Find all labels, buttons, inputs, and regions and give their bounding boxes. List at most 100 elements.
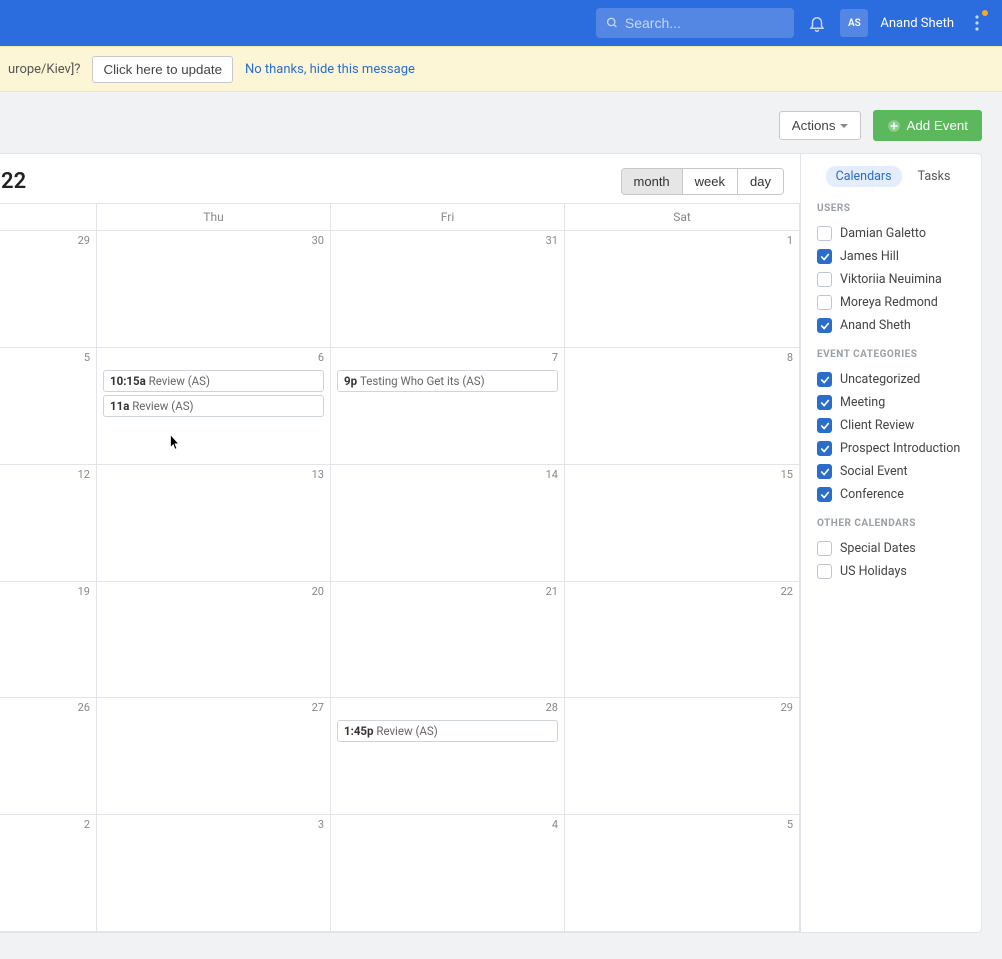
checkbox[interactable] <box>817 541 832 556</box>
calendar-cell[interactable]: 29 <box>0 231 97 347</box>
calendar-title: 22 <box>1 169 26 194</box>
cell-date: 12 <box>78 468 90 481</box>
calendar-cell[interactable]: 15 <box>565 465 800 581</box>
calendar-row: 2 3 45 <box>0 815 800 932</box>
actions-button[interactable]: Actions <box>779 111 861 140</box>
checkbox-row[interactable]: James Hill <box>817 245 969 268</box>
checkbox-label: US Holidays <box>840 564 907 579</box>
event-label: Testing Who Get its (AS) <box>360 374 485 388</box>
cell-date: 6 <box>318 351 324 364</box>
calendar-cell[interactable]: 30 <box>97 231 331 347</box>
checkbox[interactable] <box>817 464 832 479</box>
checkbox[interactable] <box>817 272 832 287</box>
cell-date: 30 <box>312 234 324 247</box>
calendar-cell[interactable]: 19 <box>0 582 97 698</box>
search-icon <box>606 16 619 30</box>
checkbox-row[interactable]: Client Review <box>817 414 969 437</box>
checkbox[interactable] <box>817 487 832 502</box>
checkbox-row[interactable]: Viktoriia Neuimina <box>817 268 969 291</box>
checkbox-label: James Hill <box>840 249 899 264</box>
tab-tasks[interactable]: Tasks <box>908 166 961 187</box>
calendar-cell[interactable]: 8 <box>565 348 800 464</box>
calendar-cell[interactable]: 4 <box>331 815 565 931</box>
calendar: 22 month week day ThuFriSat 29303115610:… <box>0 154 801 932</box>
event-chip[interactable]: 11a Review (AS) <box>103 395 324 417</box>
view-month-button[interactable]: month <box>622 169 683 194</box>
checkbox-row[interactable]: Anand Sheth <box>817 314 969 337</box>
checkbox[interactable] <box>817 226 832 241</box>
checkbox-row[interactable]: Special Dates <box>817 537 969 560</box>
calendar-cell[interactable]: 27 <box>97 698 331 814</box>
notifications-button[interactable] <box>802 8 832 38</box>
checkbox-row[interactable]: Meeting <box>817 391 969 414</box>
more-menu-button[interactable] <box>962 8 992 38</box>
calendar-cell[interactable]: 29 <box>565 698 800 814</box>
checkbox[interactable] <box>817 441 832 456</box>
checkbox-label: Uncategorized <box>840 372 920 387</box>
checkbox-row[interactable]: Moreya Redmond <box>817 291 969 314</box>
add-event-label: Add Event <box>907 118 969 133</box>
checkbox[interactable] <box>817 395 832 410</box>
calendar-cell[interactable]: 79p Testing Who Get its (AS) <box>331 348 565 464</box>
calendar-row: 5 6 10:15a Review (AS) 11a Review (AS) 79p T… <box>0 348 800 465</box>
avatar[interactable]: AS <box>840 9 868 37</box>
event-label: Review (AS) <box>149 374 210 388</box>
checkbox[interactable] <box>817 372 832 387</box>
search-input[interactable] <box>625 15 784 31</box>
checkbox-label: Prospect Introduction <box>840 441 960 456</box>
calendar-cell[interactable]: 3 <box>97 815 331 931</box>
calendar-cell[interactable]: 28 1:45p Review (AS) <box>331 698 565 814</box>
calendar-cell[interactable]: 2 <box>0 815 97 931</box>
add-event-button[interactable]: Add Event <box>873 110 983 141</box>
view-day-button[interactable]: day <box>738 169 783 194</box>
calendar-cell[interactable]: 1 <box>565 231 800 347</box>
top-header: AS Anand Sheth <box>0 0 1002 46</box>
search-box[interactable] <box>596 8 794 38</box>
checkbox[interactable] <box>817 295 832 310</box>
cell-date: 4 <box>552 818 558 831</box>
event-chip[interactable]: 9p Testing Who Get its (AS) <box>337 370 558 392</box>
calendar-cell[interactable]: 14 <box>331 465 565 581</box>
sidebar-section-title: USERS <box>817 203 969 214</box>
calendar-cell[interactable]: 5 <box>0 348 97 464</box>
calendar-cell[interactable]: 20 <box>97 582 331 698</box>
checkbox[interactable] <box>817 249 832 264</box>
checkbox[interactable] <box>817 418 832 433</box>
toolbar: Actions Add Event <box>0 92 1002 153</box>
event-time: 9p <box>344 374 360 388</box>
checkbox[interactable] <box>817 564 832 579</box>
checkbox-label: Anand Sheth <box>840 318 911 333</box>
calendar-row: 19202122 <box>0 582 800 699</box>
event-chip[interactable]: 10:15a Review (AS) <box>103 370 324 392</box>
cell-date: 27 <box>312 701 324 714</box>
checkbox-row[interactable]: Uncategorized <box>817 368 969 391</box>
calendar-cell[interactable]: 5 <box>565 815 800 931</box>
calendar-grid: 29303115610:15a Review (AS)11a Review (A… <box>0 231 800 932</box>
dismiss-banner-link[interactable]: No thanks, hide this message <box>245 62 415 77</box>
checkbox-label: Social Event <box>840 464 908 479</box>
calendar-cell[interactable]: 12 <box>0 465 97 581</box>
cell-date: 3 <box>318 818 324 831</box>
sidebar-section-title: OTHER CALENDARS <box>817 518 969 529</box>
checkbox-row[interactable]: Conference <box>817 483 969 506</box>
update-timezone-button[interactable]: Click here to update <box>92 56 233 83</box>
cell-date: 1 <box>787 234 793 247</box>
checkbox-row[interactable]: US Holidays <box>817 560 969 583</box>
checkbox-row[interactable]: Social Event <box>817 460 969 483</box>
calendar-cell[interactable]: 21 <box>331 582 565 698</box>
day-header: Thu <box>97 204 331 230</box>
event-time: 11a <box>110 399 132 413</box>
event-chip[interactable]: 1:45p Review (AS) <box>337 720 558 742</box>
calendar-cell[interactable]: 13 <box>97 465 331 581</box>
calendar-cell[interactable]: 22 <box>565 582 800 698</box>
checkbox-row[interactable]: Prospect Introduction <box>817 437 969 460</box>
tab-calendars[interactable]: Calendars <box>826 166 902 187</box>
day-header: Fri <box>331 204 565 230</box>
calendar-cell[interactable]: 6 10:15a Review (AS) 11a Review (AS) <box>97 348 331 464</box>
checkbox[interactable] <box>817 318 832 333</box>
cell-date: 28 <box>546 701 558 714</box>
calendar-cell[interactable]: 26 <box>0 698 97 814</box>
view-week-button[interactable]: week <box>683 169 738 194</box>
checkbox-row[interactable]: Damian Galetto <box>817 222 969 245</box>
calendar-cell[interactable]: 31 <box>331 231 565 347</box>
